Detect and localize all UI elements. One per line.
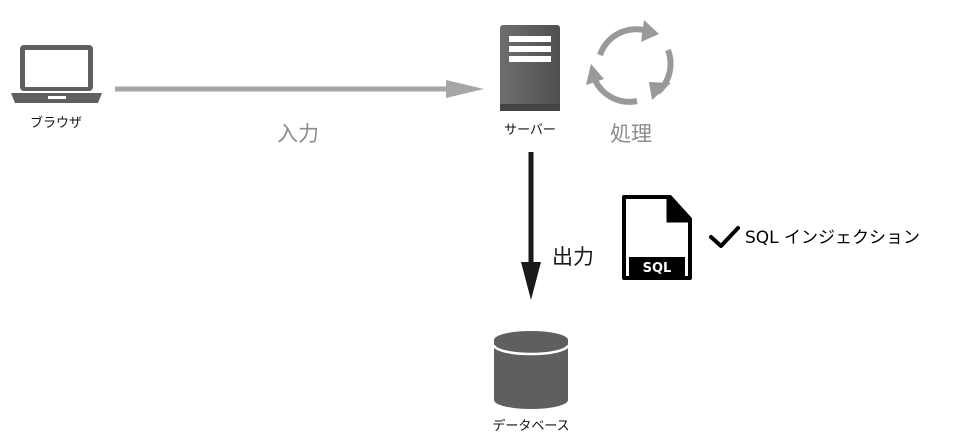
sql-injection-annotation: SQL インジェクション xyxy=(709,226,920,248)
cycle-arrowhead-3 xyxy=(586,64,604,85)
cycle-arrowhead-1 xyxy=(641,20,659,42)
output-edge: 出力 xyxy=(521,152,594,300)
browser-label: ブラウザ xyxy=(30,115,82,131)
database-icon xyxy=(492,331,570,409)
sql-file-node: SQL xyxy=(622,195,692,280)
laptop-icon xyxy=(11,45,102,103)
process-label: 処理 xyxy=(610,122,652,146)
input-edge: 入力 xyxy=(115,80,484,146)
server-label: サーバー xyxy=(504,123,556,138)
checkmark-icon xyxy=(709,226,740,248)
database-node[interactable]: データベース xyxy=(492,331,570,434)
browser-node[interactable]: ブラウザ xyxy=(11,45,102,131)
sql-file-label: SQL xyxy=(643,261,672,276)
input-arrowhead xyxy=(446,80,484,98)
output-arrowhead xyxy=(521,262,541,300)
process-node: 処理 xyxy=(586,20,674,146)
output-label: 出力 xyxy=(552,245,594,269)
server-node[interactable]: サーバー xyxy=(500,25,560,138)
input-label: 入力 xyxy=(277,122,319,146)
server-icon xyxy=(500,25,560,111)
diagram-canvas: ブラウザ 入力 サーバー 処理 出力 SQL SQL インジェクション データベ… xyxy=(11,20,920,434)
annotation-text: SQL インジェクション xyxy=(745,228,920,248)
database-label: データベース xyxy=(492,418,569,434)
cycle-arrowhead-2 xyxy=(649,82,671,100)
